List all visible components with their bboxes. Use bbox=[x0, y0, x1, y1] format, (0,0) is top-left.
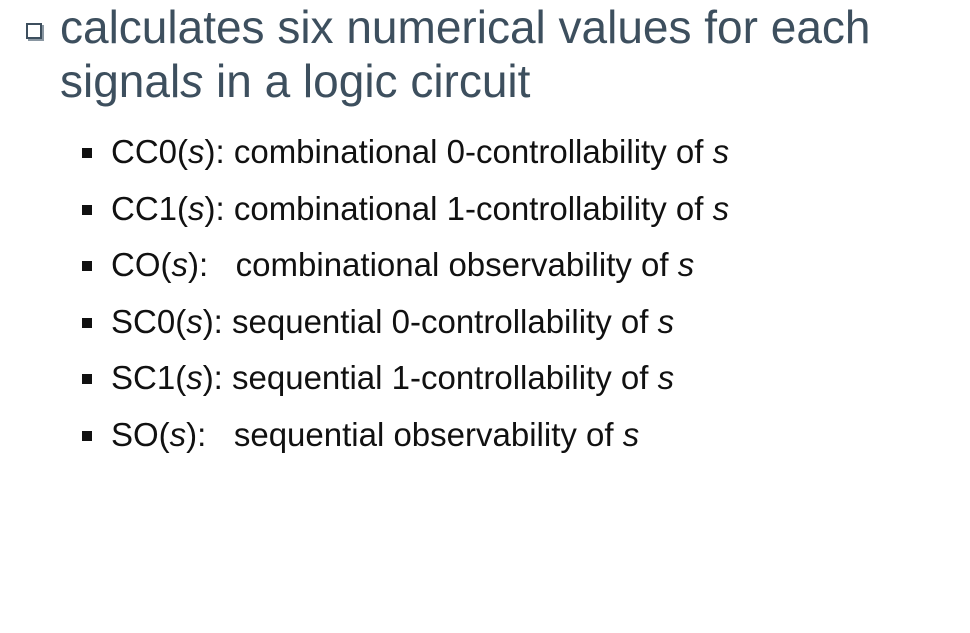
square-bullet-icon bbox=[82, 204, 92, 215]
measure-description: ): sequential 1-controllability of bbox=[202, 359, 658, 396]
main-bullet-line-2: signals in a logic circuit bbox=[60, 54, 970, 108]
measure-description: ): combinational observability of bbox=[188, 246, 678, 283]
square-bullet-icon bbox=[82, 374, 92, 384]
measure-end-variable: s bbox=[712, 189, 730, 227]
measure-prefix: CC1( bbox=[111, 189, 189, 227]
measure-description: ): sequential observability of bbox=[186, 415, 623, 453]
main-bullet-line-2-end: in a logic circuit bbox=[203, 55, 531, 107]
measure-variable: s bbox=[186, 359, 203, 396]
slide: calculates six numerical values for each… bbox=[0, 0, 970, 453]
measure-end-variable: s bbox=[712, 133, 730, 170]
list-item-cc0: CC0(s): combinational 0-controllability … bbox=[82, 124, 942, 181]
hollow-square-bullet-icon bbox=[26, 23, 42, 39]
measure-end-variable: s bbox=[657, 359, 675, 396]
list-item-cc1: CC1(s): combinational 1-controllability … bbox=[82, 181, 942, 238]
measure-variable: s bbox=[186, 302, 203, 340]
measure-end-variable: s bbox=[677, 246, 695, 283]
measure-prefix: SC1( bbox=[111, 359, 187, 396]
square-bullet-icon bbox=[82, 148, 92, 158]
list-item-text: SC0(s): sequential 0-controllability of … bbox=[111, 294, 674, 351]
measure-prefix: CO( bbox=[111, 246, 172, 283]
measure-prefix: SC0( bbox=[111, 302, 187, 340]
list-item-text: CO(s): combinational observability of s bbox=[111, 237, 694, 294]
measure-description: ): combinational 1-controllability of bbox=[204, 189, 713, 227]
measure-variable: s bbox=[188, 189, 205, 227]
list-item-text: CC0(s): combinational 0-controllability … bbox=[111, 124, 729, 181]
list-item-text: SO(s): sequential observability of s bbox=[111, 407, 639, 464]
list-item-so: SO(s): sequential observability of s bbox=[82, 407, 942, 464]
main-bullet-line-2-italic: s bbox=[180, 55, 204, 107]
main-bullet-line-1: calculates six numerical values for each bbox=[60, 1, 871, 53]
measure-prefix: SO( bbox=[111, 415, 170, 453]
list-item-sc0: SC0(s): sequential 0-controllability of … bbox=[82, 294, 942, 351]
measure-description: ): sequential 0-controllability of bbox=[202, 302, 658, 340]
measure-list: CC0(s): combinational 0-controllability … bbox=[82, 124, 942, 463]
main-bullet-text: calculates six numerical values for each… bbox=[60, 0, 970, 108]
measure-variable: s bbox=[188, 133, 205, 170]
list-item-co: CO(s): combinational observability of s bbox=[82, 237, 942, 294]
measure-end-variable: s bbox=[622, 415, 640, 453]
list-item-text: SC1(s): sequential 1-controllability of … bbox=[111, 350, 674, 407]
list-item-sc1: SC1(s): sequential 1-controllability of … bbox=[82, 350, 942, 407]
square-bullet-icon bbox=[82, 261, 92, 271]
measure-prefix: CC0( bbox=[111, 133, 189, 170]
measure-description: ): combinational 0-controllability of bbox=[204, 133, 713, 170]
square-bullet-icon bbox=[82, 430, 92, 441]
measure-variable: s bbox=[171, 246, 189, 283]
list-item-text: CC1(s): combinational 1-controllability … bbox=[111, 181, 729, 238]
measure-variable: s bbox=[169, 415, 187, 453]
measure-end-variable: s bbox=[657, 302, 675, 340]
square-bullet-icon bbox=[82, 317, 92, 328]
main-bullet-line-2-start: signal bbox=[60, 55, 181, 107]
